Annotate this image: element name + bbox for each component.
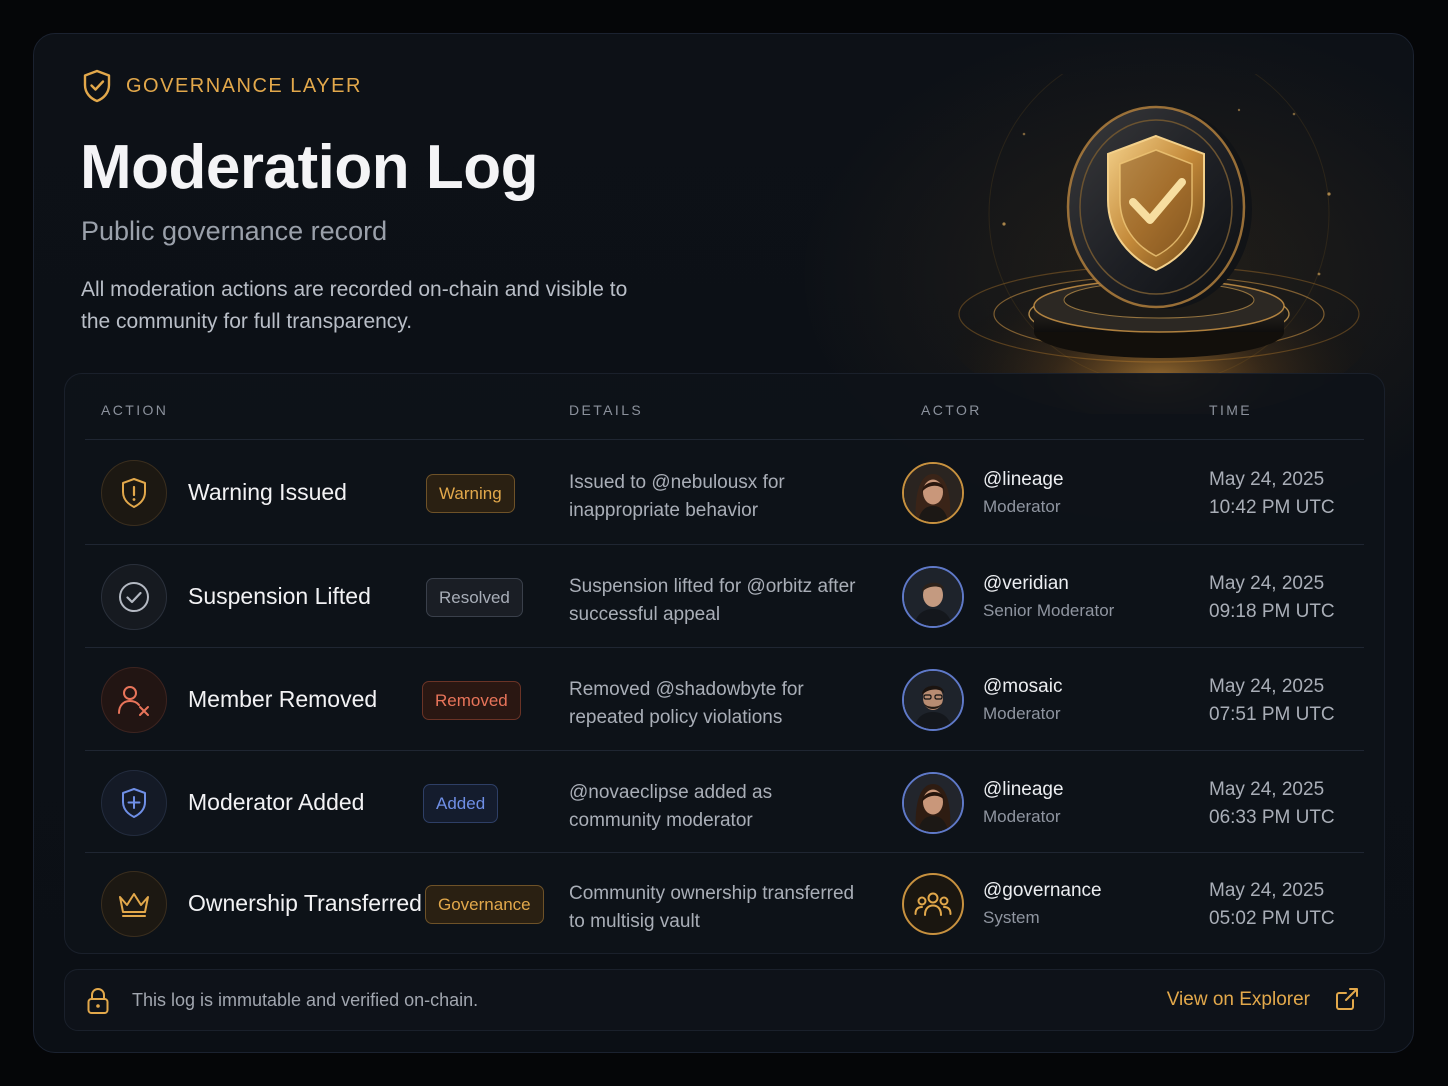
actor-handle[interactable]: @veridian — [983, 573, 1069, 595]
actor-handle[interactable]: @lineage — [983, 779, 1064, 801]
timestamp-date: May 24, 2025 — [1209, 779, 1325, 800]
actor-handle[interactable]: @lineage — [983, 469, 1064, 491]
avatar[interactable] — [902, 462, 964, 524]
warning-shield-icon — [101, 460, 167, 526]
action-details: Suspension lifted for @orbitz after succ… — [569, 576, 856, 625]
actor-role: Moderator — [983, 497, 1061, 516]
status-badge: Resolved — [426, 578, 523, 617]
external-link-icon[interactable] — [1335, 987, 1359, 1011]
view-on-explorer-link[interactable]: View on Explorer — [1167, 989, 1310, 1011]
group-icon[interactable] — [902, 873, 964, 935]
timestamp-date: May 24, 2025 — [1209, 469, 1325, 490]
lock-icon — [87, 987, 109, 1014]
moderation-log-card: GOVERNANCE LAYER Moderation Log Public g… — [33, 33, 1414, 1053]
immutability-note: This log is immutable and verified on-ch… — [132, 990, 479, 1010]
action-details: Community ownership transferred to multi… — [569, 883, 855, 932]
timestamp-time: 09:18 PM UTC — [1209, 601, 1335, 622]
table-row[interactable]: Warning Issued Warning Issued to @nebulo… — [65, 441, 1384, 544]
table-row[interactable]: Ownership Transferred Governance Communi… — [65, 852, 1384, 955]
table-row[interactable]: Member Removed Removed Removed @shadowby… — [65, 648, 1384, 751]
column-header-actor: ACTOR — [921, 402, 982, 418]
action-label: Moderator Added — [188, 789, 365, 815]
action-details: Removed @shadowbyte for repeated policy … — [569, 679, 804, 728]
timestamp-time: 07:51 PM UTC — [1209, 704, 1335, 725]
page-description: All moderation actions are recorded on-c… — [81, 278, 628, 333]
check-circle-icon — [101, 564, 167, 630]
actor-role: Senior Moderator — [983, 601, 1115, 620]
shield-check-icon — [83, 69, 111, 103]
crown-icon — [101, 871, 167, 937]
user-remove-icon — [101, 667, 167, 733]
table-header: ACTION DETAILS ACTOR TIME — [65, 374, 1384, 440]
actor-handle[interactable]: @mosaic — [983, 676, 1062, 698]
column-header-time: TIME — [1209, 402, 1253, 418]
avatar[interactable] — [902, 669, 964, 731]
timestamp-time: 05:02 PM UTC — [1209, 908, 1335, 929]
moderation-table: ACTION DETAILS ACTOR TIME Warning Issued… — [64, 373, 1385, 954]
page-title: Moderation Log — [80, 133, 538, 202]
status-badge: Governance — [425, 885, 544, 924]
action-details: Issued to @nebulousx for inappropriate b… — [569, 472, 785, 521]
action-details: @novaeclipse added as community moderato… — [569, 782, 773, 831]
status-badge: Warning — [426, 474, 515, 513]
actor-handle[interactable]: @governance — [983, 880, 1102, 902]
eyebrow-label: GOVERNANCE LAYER — [126, 74, 362, 97]
shield-plus-icon — [101, 770, 167, 836]
timestamp-time: 06:33 PM UTC — [1209, 807, 1335, 828]
table-row[interactable]: Suspension Lifted Resolved Suspension li… — [65, 545, 1384, 648]
actor-role: Moderator — [983, 704, 1061, 723]
column-header-details: DETAILS — [569, 402, 644, 418]
timestamp-time: 10:42 PM UTC — [1209, 497, 1335, 518]
avatar[interactable] — [902, 772, 964, 834]
page-subtitle: Public governance record — [81, 216, 388, 246]
action-label: Member Removed — [188, 686, 378, 712]
actor-role: System — [983, 908, 1040, 927]
table-row[interactable]: Moderator Added Added @novaeclipse added… — [65, 751, 1384, 854]
action-label: Warning Issued — [188, 479, 347, 505]
action-label: Suspension Lifted — [188, 583, 371, 609]
footer-bar: This log is immutable and verified on-ch… — [64, 969, 1385, 1031]
action-label: Ownership Transferred — [188, 890, 422, 916]
avatar[interactable] — [902, 566, 964, 628]
eyebrow: GOVERNANCE LAYER — [82, 69, 362, 103]
column-header-action: ACTION — [101, 402, 169, 418]
status-badge: Added — [423, 784, 499, 823]
status-badge: Removed — [422, 681, 521, 720]
timestamp-date: May 24, 2025 — [1209, 676, 1325, 697]
divider — [85, 439, 1364, 440]
timestamp-date: May 24, 2025 — [1209, 573, 1325, 594]
timestamp-date: May 24, 2025 — [1209, 880, 1325, 901]
actor-role: Moderator — [983, 807, 1061, 826]
shield-coin-illustration — [944, 74, 1374, 414]
